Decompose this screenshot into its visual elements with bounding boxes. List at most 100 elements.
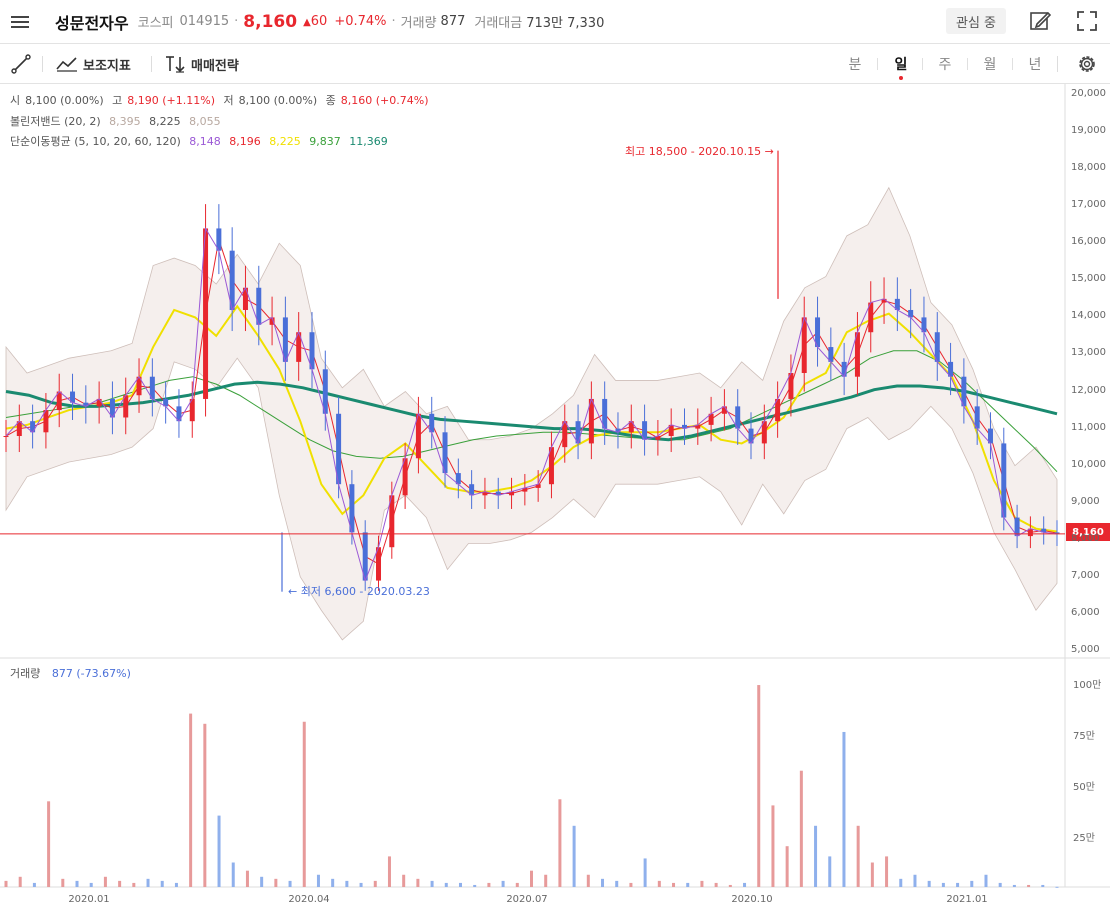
- volume-bar: [970, 880, 974, 887]
- period-divider: [877, 58, 878, 70]
- volume-bar: [118, 880, 122, 887]
- trade-amount-label: 거래대금: [474, 16, 523, 31]
- bollinger-lower: 8,055: [189, 115, 221, 128]
- period-day[interactable]: 일: [889, 54, 913, 80]
- volume-bar: [1027, 884, 1031, 887]
- volume-bar: [444, 882, 448, 887]
- toolbar-divider: [151, 56, 152, 72]
- ma20-value: 8,225: [269, 135, 301, 148]
- volume-bar: [885, 856, 889, 887]
- volume-label: 거래량: [400, 16, 437, 31]
- volume-bar: [643, 858, 647, 887]
- volume-bar: [245, 870, 249, 887]
- period-month[interactable]: 월: [978, 54, 1002, 74]
- volume-legend: 거래량 877 (-73.67%): [10, 665, 131, 681]
- candle-body: [3, 436, 9, 438]
- price-tick-label: 9,000: [1071, 495, 1100, 507]
- top-bar: 성문전자우 코스피 014915 · 8,160 ▲60 +0.74% · 거래…: [0, 0, 1110, 44]
- volume-bar: [728, 884, 732, 887]
- ma-legend: 단순이동평균 (5, 10, 20, 60, 120) 8,148 8,196 …: [10, 133, 393, 149]
- period-week[interactable]: 주: [933, 54, 957, 74]
- hamburger-menu-icon[interactable]: [0, 0, 40, 44]
- period-divider: [922, 58, 923, 70]
- stock-code: 014915: [179, 14, 230, 29]
- volume-bar: [203, 723, 207, 887]
- volume-bar: [615, 880, 619, 887]
- volume-bar: [146, 878, 150, 887]
- favorite-button[interactable]: 관심 중: [946, 8, 1007, 34]
- volume-bar: [657, 880, 661, 887]
- trade-strategy-icon: [166, 56, 185, 73]
- strategy-button[interactable]: 매매전략: [164, 53, 239, 75]
- ohlc-legend: 시 8,100 (0.00%) 고 8,190 (+1.11%) 저 8,100 (0…: [10, 92, 434, 108]
- volume-bar: [814, 825, 818, 887]
- volume-bar: [32, 882, 36, 887]
- ma5-value: 8,148: [189, 135, 221, 148]
- gear-icon[interactable]: [1076, 53, 1098, 75]
- volume-bar: [217, 815, 221, 887]
- close-value: 8,160 (+0.74%): [340, 94, 429, 107]
- bollinger-label: 볼린저밴드 (20, 2): [10, 115, 101, 128]
- close-label: 종: [325, 94, 336, 107]
- volume-bar: [515, 882, 519, 887]
- volume-bar: [686, 882, 690, 887]
- volume-bar: [359, 882, 363, 887]
- change-value: ▲60: [303, 14, 328, 29]
- change-percent: +0.74%: [334, 14, 387, 29]
- separator-dot: ·: [391, 14, 396, 29]
- high-value: 8,190 (+1.11%): [127, 94, 215, 107]
- volume-bar: [984, 874, 988, 887]
- volume-bar: [700, 880, 704, 887]
- volume-bar: [302, 721, 306, 887]
- volume-bar: [402, 874, 406, 887]
- ma60-value: 9,837: [309, 135, 341, 148]
- volume-bar: [572, 825, 576, 887]
- volume-bar: [274, 878, 278, 887]
- indicator-button[interactable]: 보조지표: [56, 53, 131, 75]
- ma120-value: 11,369: [349, 135, 388, 148]
- indicator-label: 보조지표: [83, 58, 131, 74]
- volume-bar: [18, 876, 22, 887]
- volume-tick-label: 75만: [1073, 731, 1095, 742]
- ma-label: 단순이동평균 (5, 10, 20, 60, 120): [10, 135, 181, 148]
- period-minute[interactable]: 분: [843, 54, 867, 74]
- volume-bar: [601, 878, 605, 887]
- stock-chart[interactable]: [0, 84, 1110, 915]
- indicator-icon: [56, 57, 77, 72]
- price-tick-label: 17,000: [1071, 199, 1106, 211]
- price-tick-label: 6,000: [1071, 606, 1100, 618]
- volume-bar: [288, 880, 292, 887]
- volume-bar: [487, 882, 491, 887]
- volume-tick-label: 100만: [1073, 680, 1102, 691]
- price-tick-label: 8,000: [1071, 532, 1100, 544]
- volume-bar: [1055, 886, 1059, 888]
- volume-bar: [61, 878, 65, 887]
- date-tick-label: 2020.10: [731, 894, 773, 905]
- volume-bar: [785, 846, 789, 887]
- volume-legend-value: 877 (-73.67%): [51, 667, 131, 680]
- volume-bar: [828, 856, 832, 887]
- volume-bar: [530, 870, 533, 887]
- price-tick-label: 12,000: [1071, 384, 1106, 396]
- fullscreen-icon[interactable]: [1076, 10, 1098, 32]
- period-divider: [967, 58, 968, 70]
- low-annotation: ← 최저 6,600 - 2020.03.23: [288, 585, 430, 598]
- period-year[interactable]: 년: [1023, 54, 1047, 74]
- volume-bar: [998, 882, 1002, 887]
- low-value: 8,100 (0.00%): [238, 94, 318, 107]
- date-tick-label: 2021.01: [946, 894, 988, 905]
- toolbar-divider: [42, 56, 43, 72]
- volume-bar: [316, 874, 320, 887]
- volume-bar: [941, 882, 945, 887]
- price-tick-label: 18,000: [1071, 162, 1106, 174]
- volume-bar: [558, 799, 562, 887]
- volume-bar: [47, 801, 51, 887]
- volume-bar: [89, 882, 93, 887]
- open-label: 시: [10, 94, 21, 107]
- toolbar-divider: [1057, 56, 1058, 72]
- volume-bar: [856, 825, 860, 887]
- volume-bar: [231, 862, 235, 887]
- line-draw-icon[interactable]: [11, 54, 31, 74]
- bollinger-upper: 8,395: [109, 115, 141, 128]
- edit-icon[interactable]: [1029, 10, 1051, 32]
